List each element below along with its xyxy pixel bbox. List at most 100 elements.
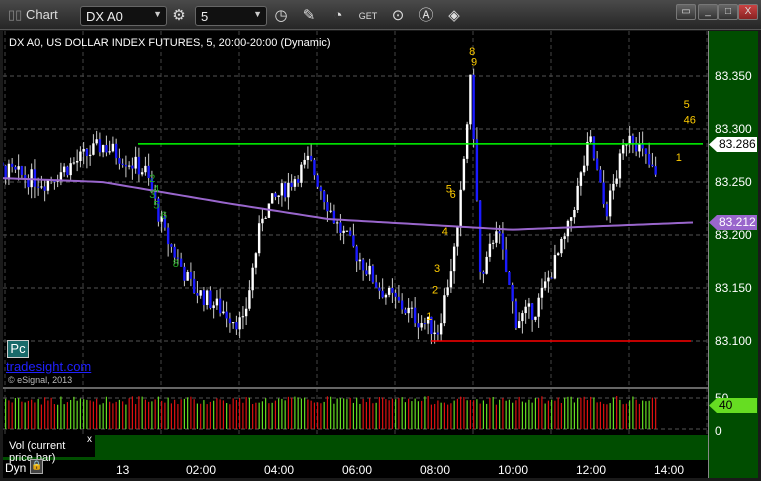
candle-body [280, 183, 284, 196]
dyn-label[interactable]: Dyn [5, 461, 26, 475]
candle-body [543, 281, 547, 288]
chart-area[interactable]: 8 9 5 6 4 3 2 1 5 46 1 2 4 3 5 6 8 DX A0, US DOLLAR INDE… [3, 31, 758, 478]
candle-body [306, 155, 310, 160]
candle-body [348, 230, 352, 236]
count-annotation: 2 [432, 284, 438, 296]
volume-last-tag: 40 [709, 398, 757, 413]
candle-body [3, 162, 4, 166]
candle-body [582, 165, 586, 173]
candle-body [277, 195, 280, 197]
candle-body [508, 271, 511, 285]
volume-legend[interactable]: Vol (current price bar) [3, 435, 95, 464]
candle-body [241, 316, 245, 318]
interval-select[interactable]: 5 ▼ [195, 6, 267, 26]
candle-body [482, 271, 485, 274]
candle-body [384, 294, 388, 298]
candle-body [88, 154, 92, 156]
candle-body [589, 136, 592, 142]
minimize-button[interactable]: _ [698, 4, 718, 20]
link-window-button[interactable]: ▭ [676, 4, 696, 20]
tradesight-link[interactable]: tradesight.com [6, 359, 91, 374]
candle-body [485, 256, 488, 274]
candle-body [118, 158, 121, 164]
candle-body [322, 191, 326, 203]
candle-body [530, 303, 534, 320]
panel-divider[interactable] [3, 387, 708, 389]
candle-body [361, 259, 365, 271]
time-label: 13 [116, 463, 130, 477]
candle-body [413, 307, 417, 324]
candle-body [576, 185, 579, 211]
candle-body [121, 163, 124, 165]
candle-body [475, 139, 479, 201]
candle-body [381, 290, 384, 298]
copyright: © eSignal, 2013 [8, 375, 73, 385]
candle-body [82, 148, 85, 152]
candle-body [251, 267, 254, 291]
time-label: 02:00 [186, 463, 217, 477]
clock-icon[interactable]: ◷ [271, 6, 291, 26]
candle-body [319, 186, 323, 192]
price-label: 83.200 [715, 228, 752, 242]
pc-button[interactable]: Pc [7, 340, 29, 358]
lock-icon[interactable]: 🔒 [30, 459, 43, 474]
candle-body [179, 258, 183, 267]
candle-body [98, 139, 102, 153]
candle-body [274, 193, 277, 197]
candle-body [436, 332, 440, 335]
candle-body [186, 272, 189, 281]
candle-body [459, 189, 462, 228]
link-icon[interactable]: ◈ [444, 6, 464, 26]
candle-body [95, 139, 98, 144]
maximize-button[interactable]: □ [718, 4, 738, 20]
count-annotation: 46 [684, 115, 696, 127]
candle-body [638, 143, 641, 152]
candle-body [332, 210, 336, 224]
candle-body [608, 190, 612, 217]
candle-body [114, 143, 118, 159]
candle-body [170, 244, 173, 247]
candle-body [183, 266, 186, 281]
count-annotation: 3 [434, 263, 440, 275]
play-icon[interactable]: ⊙ [388, 6, 408, 26]
price-label: 83.150 [715, 281, 752, 295]
candle-body [469, 74, 472, 125]
close-study-button[interactable]: x [87, 434, 92, 445]
cursor-icon[interactable]: Ⓐ [416, 6, 436, 26]
candle-body [264, 217, 267, 219]
price-axis[interactable]: 83.350 83.300 83.250 83.200 83.150 83.10… [708, 31, 758, 478]
time-label: 14:00 [654, 463, 685, 477]
candle-body [374, 282, 378, 288]
candle-body [631, 135, 635, 144]
settings-icon[interactable]: ⚙ [169, 6, 189, 26]
candle-body [244, 308, 248, 317]
candle-body [290, 182, 293, 187]
ma-value-tag: 83.212 [709, 215, 757, 230]
candle-body [462, 158, 466, 190]
candle-body [595, 158, 599, 170]
candle-body [488, 243, 492, 257]
chart-header: DX A0, US DOLLAR INDEX FUTURES, 5, 20:00… [9, 37, 331, 49]
candle-body [514, 301, 518, 328]
candle-body [215, 298, 219, 306]
candle-body [644, 148, 648, 155]
candle-body [326, 202, 329, 212]
candle-body [20, 166, 24, 175]
count-annotation: 5 [684, 99, 690, 111]
time-label: 08:00 [420, 463, 451, 477]
drag-handle-icon[interactable]: ▯▯ [8, 7, 22, 23]
candle-body [296, 179, 300, 183]
interval-value: 5 [201, 9, 209, 24]
study-icon[interactable]: ◔ [328, 6, 348, 26]
candle-body [17, 166, 20, 170]
get-icon[interactable]: GET [358, 6, 378, 26]
candle-body [446, 287, 449, 296]
candle-body [540, 287, 544, 298]
candle-body [517, 321, 521, 328]
pencil-icon[interactable]: ✎ [299, 6, 319, 26]
symbol-input[interactable]: DX A0 ▼ [80, 6, 167, 26]
close-button[interactable]: X [738, 4, 758, 20]
candle-body [79, 151, 82, 161]
time-label: 10:00 [498, 463, 529, 477]
candle-body [397, 296, 401, 301]
